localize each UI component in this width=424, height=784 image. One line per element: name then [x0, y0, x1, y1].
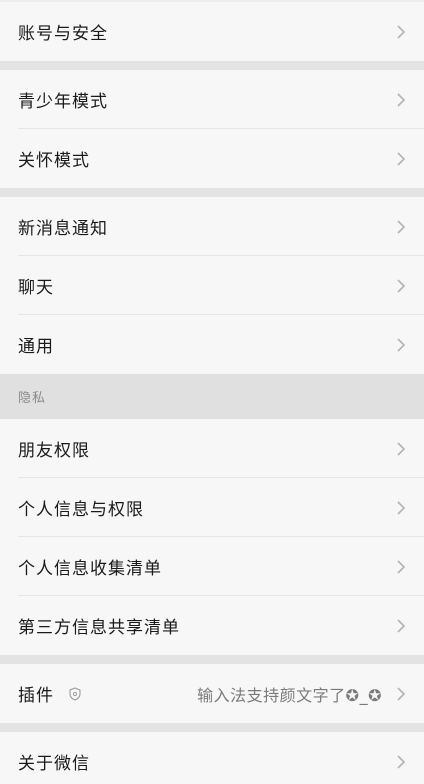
chevron-right-icon [397, 500, 406, 515]
chevron-right-icon [397, 337, 406, 352]
settings-item-label: 关怀模式 [18, 151, 90, 171]
privacy-section-header: 隐私 [0, 374, 424, 419]
settings-item-label: 插件 [18, 686, 54, 706]
about-group: 关于微信 [0, 732, 424, 784]
chevron-right-icon [397, 441, 406, 456]
settings-item-about[interactable]: 关于微信 [0, 732, 424, 784]
chevron-right-icon [397, 686, 406, 701]
settings-item-label: 青少年模式 [18, 92, 108, 112]
settings-item-plugins[interactable]: 插件 输入法支持颜文字了✪_✪ [0, 664, 424, 723]
group-spacer [0, 723, 424, 732]
group-spacer [0, 188, 424, 197]
group-spacer [0, 61, 424, 70]
plugins-group: 插件 输入法支持颜文字了✪_✪ [0, 664, 424, 723]
settings-item-label: 聊天 [18, 278, 54, 298]
section-header-label: 隐私 [18, 391, 47, 406]
group-spacer [0, 655, 424, 664]
chevron-right-icon [397, 559, 406, 574]
chevron-right-icon [397, 24, 406, 39]
chevron-right-icon [397, 92, 406, 107]
settings-item-notifications[interactable]: 新消息通知 [0, 197, 424, 256]
shield-icon [69, 686, 81, 701]
settings-item-teen-mode[interactable]: 青少年模式 [0, 70, 424, 129]
settings-item-label: 第三方信息共享清单 [18, 618, 180, 638]
account-group: 账号与安全 [0, 2, 424, 61]
settings-item-label: 通用 [18, 337, 54, 357]
settings-item-label: 关于微信 [18, 754, 90, 774]
settings-item-personal-info-collection[interactable]: 个人信息收集清单 [0, 537, 424, 596]
settings-item-account-security[interactable]: 账号与安全 [0, 2, 424, 61]
settings-item-care-mode[interactable]: 关怀模式 [0, 129, 424, 188]
settings-page: 账号与安全 青少年模式 关怀模式 新消息通知 聊天 通用 隐私 朋友权限 个人信… [0, 2, 424, 784]
chevron-right-icon [397, 278, 406, 293]
settings-item-label: 新消息通知 [18, 219, 108, 239]
chevron-right-icon [397, 618, 406, 633]
mode-group: 青少年模式 关怀模式 [0, 70, 424, 188]
settings-item-label: 账号与安全 [18, 24, 108, 44]
settings-item-third-party-sharing[interactable]: 第三方信息共享清单 [0, 596, 424, 655]
plugins-status-text: 输入法支持颜文字了✪_✪ [197, 685, 382, 705]
settings-item-label: 朋友权限 [18, 441, 90, 461]
settings-item-friend-permissions[interactable]: 朋友权限 [0, 419, 424, 478]
chevron-right-icon [397, 754, 406, 769]
settings-item-label: 个人信息收集清单 [18, 559, 162, 579]
settings-item-personal-info-permissions[interactable]: 个人信息与权限 [0, 478, 424, 537]
general-group: 新消息通知 聊天 通用 [0, 197, 424, 374]
settings-item-general[interactable]: 通用 [0, 315, 424, 374]
chevron-right-icon [397, 151, 406, 166]
chevron-right-icon [397, 219, 406, 234]
settings-item-chat[interactable]: 聊天 [0, 256, 424, 315]
settings-item-label: 个人信息与权限 [18, 500, 144, 520]
privacy-group: 朋友权限 个人信息与权限 个人信息收集清单 第三方信息共享清单 [0, 419, 424, 655]
